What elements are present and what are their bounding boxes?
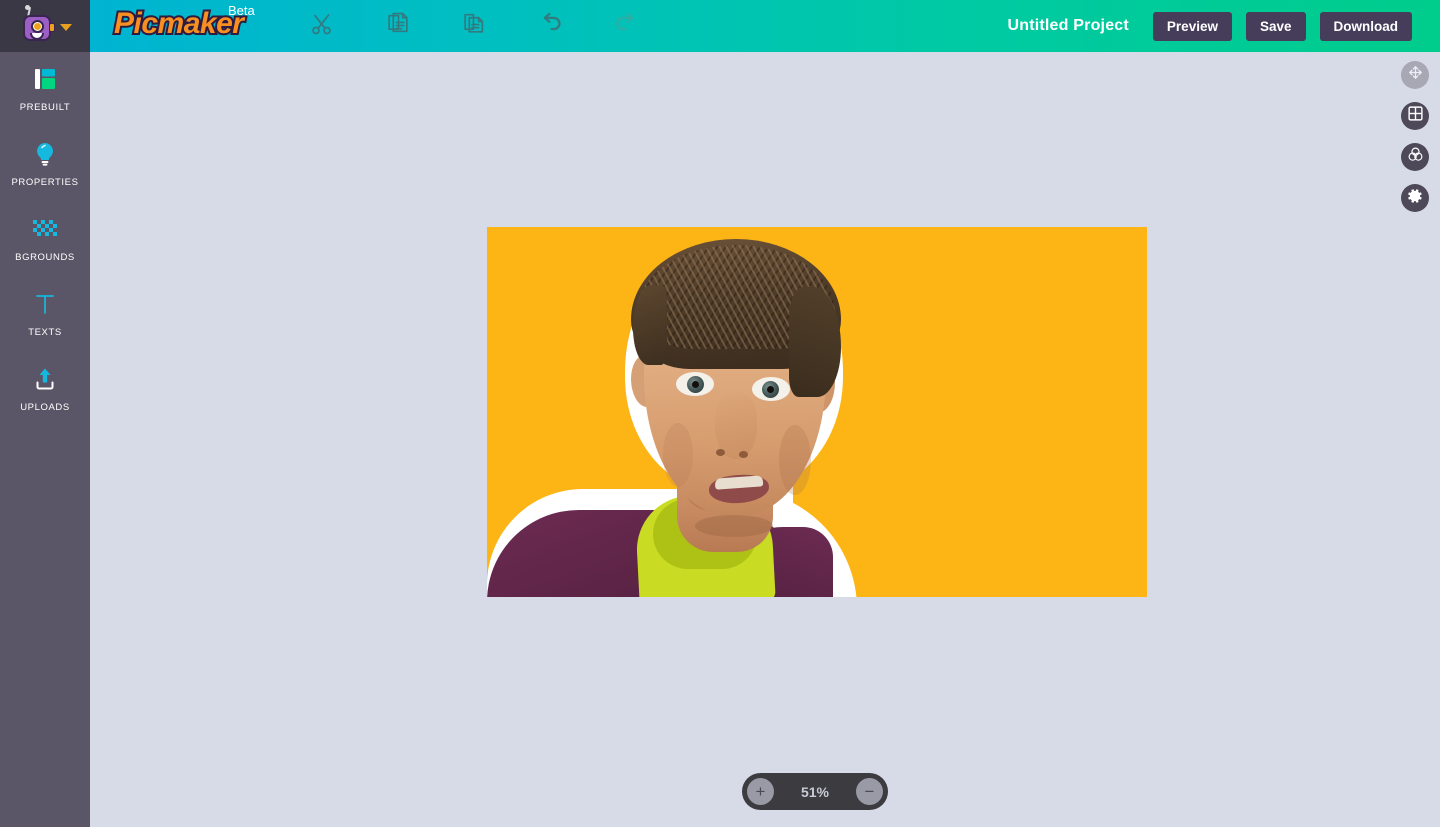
lightbulb-icon <box>33 139 57 169</box>
download-button[interactable]: Download <box>1319 11 1412 41</box>
brand-name: Picmaker <box>112 5 246 42</box>
undo-button[interactable] <box>512 0 588 52</box>
redo-arrow-icon <box>613 10 640 42</box>
brand-logo[interactable]: Picmaker Beta <box>112 0 284 52</box>
design-canvas[interactable] <box>487 227 1147 597</box>
sidebar-label-uploads: UPLOADS <box>20 402 70 413</box>
sidebar-label-prebuilt: PREBUILT <box>19 102 71 113</box>
logo-menu-button[interactable] <box>0 0 90 52</box>
save-button[interactable]: Save <box>1245 11 1306 41</box>
sidebar-label-properties: PROPERTIES <box>11 177 79 188</box>
sidebar-label-texts: TEXTS <box>28 327 62 338</box>
cut-button[interactable] <box>284 0 360 52</box>
sidebar-item-uploads[interactable]: UPLOADS <box>0 352 90 427</box>
project-title[interactable]: Untitled Project <box>1007 17 1128 35</box>
top-header-bar: Picmaker Beta Untitled Project Preview S… <box>90 0 1440 52</box>
color-wheel-icon <box>1407 146 1424 168</box>
sidebar-item-prebuilt[interactable]: PREBUILT <box>0 52 90 127</box>
sidebar-item-bgrounds[interactable]: BGROUNDS <box>0 202 90 277</box>
checkerboard-icon <box>32 214 58 244</box>
right-toolbar <box>1401 61 1429 212</box>
colors-tool-button[interactable] <box>1401 143 1429 171</box>
header-actions: Untitled Project Preview Save Download <box>1007 11 1440 41</box>
grid-layout-icon <box>1407 105 1424 127</box>
sidebar-item-properties[interactable]: PROPERTIES <box>0 127 90 202</box>
layout-template-icon <box>32 64 58 94</box>
copy-button[interactable] <box>360 0 436 52</box>
chevron-down-icon <box>60 23 72 31</box>
paste-icon <box>462 11 487 41</box>
preview-button[interactable]: Preview <box>1152 11 1232 41</box>
editor-workspace[interactable] <box>90 52 1440 827</box>
picmaker-editor: Picmaker Beta Untitled Project Preview S… <box>0 0 1440 827</box>
robot-mascot-icon <box>18 5 56 45</box>
paste-button[interactable] <box>436 0 512 52</box>
zoom-level-value: 51% <box>800 783 830 800</box>
beta-badge: Beta <box>228 3 255 18</box>
sidebar-item-texts[interactable]: TEXTS <box>0 277 90 352</box>
move-arrows-icon <box>1407 64 1424 86</box>
zoom-out-button[interactable]: − <box>856 778 883 805</box>
undo-arrow-icon <box>537 10 564 42</box>
zoom-control: + 51% − <box>742 773 888 810</box>
sidebar-label-bgrounds: BGROUNDS <box>15 252 75 263</box>
gear-icon <box>1406 187 1424 210</box>
move-tool-button[interactable] <box>1401 61 1429 89</box>
zoom-in-button[interactable]: + <box>747 778 774 805</box>
text-t-icon <box>33 289 57 319</box>
left-sidebar: PREBUILT PROPERTIES BGROUNDS TEXTS UPLOA… <box>0 0 90 827</box>
redo-button[interactable] <box>588 0 664 52</box>
layout-tool-button[interactable] <box>1401 102 1429 130</box>
upload-icon <box>33 364 57 394</box>
canvas-image-cutout[interactable] <box>487 227 857 597</box>
settings-tool-button[interactable] <box>1401 184 1429 212</box>
scissors-icon <box>310 12 334 41</box>
copy-icon <box>386 11 411 41</box>
